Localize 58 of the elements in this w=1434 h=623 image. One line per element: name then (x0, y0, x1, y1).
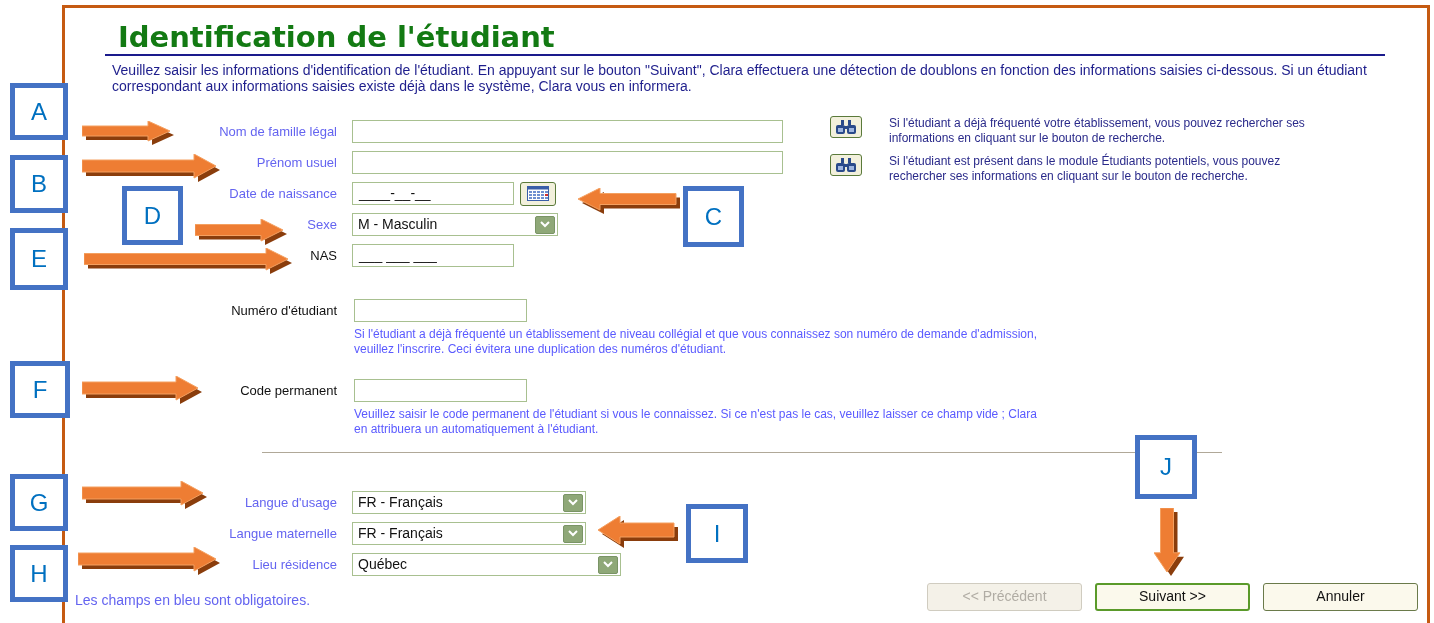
callout-label: E (10, 228, 68, 290)
field-label: Code permanent (240, 381, 337, 400)
callout-label: I (686, 504, 748, 563)
calendar-icon (527, 186, 549, 201)
search-button[interactable] (830, 154, 862, 176)
input-field[interactable]: ___ ___ ___ (352, 244, 514, 267)
dropdown-value: Québec (358, 555, 408, 574)
calendar-button[interactable] (520, 181, 556, 206)
dropdown-value: FR - Français (358, 524, 443, 543)
dropdown-field[interactable]: M - Masculin (352, 213, 558, 236)
callout-label: G (10, 474, 68, 531)
input-field[interactable] (352, 120, 783, 143)
input-field[interactable] (352, 151, 783, 174)
callout-label: F (10, 361, 70, 418)
field-label: Langue d'usage (244, 493, 337, 512)
help-text: Si l'étudiant a déjà fréquenté un établissement de niveau collégial et que vous connaissez son numéro de demande d'admission, veuillez l'inscrire. Ceci évitera une duplication des numéros d'étudiant. (354, 327, 1039, 357)
binoculars-icon (836, 158, 856, 172)
field-label: Sexe (307, 215, 337, 234)
intro-text: Veuillez saisir les informations d'identification de l'étudiant. En appuyant sur le bouton "Suivant", Clara effectuera une détection de doublons en fonction des informations saisies ci-dessous. Si un étudiant correspondant aux informations saisies existe déjà dans le système, Clara vous en informera. (112, 62, 1368, 94)
dropdown-toggle[interactable] (598, 555, 618, 574)
page-title: Identification de l'étudiant (118, 20, 556, 54)
dropdown-field[interactable]: FR - Français (352, 491, 586, 514)
dropdown-toggle[interactable] (563, 493, 583, 512)
callout-label: A (10, 83, 68, 140)
dropdown-toggle[interactable] (535, 215, 555, 234)
input-field[interactable]: ____-__-__ (352, 182, 514, 205)
search-button[interactable] (830, 116, 862, 138)
dropdown-toggle[interactable] (563, 524, 583, 543)
field-label: Langue maternelle (229, 524, 337, 543)
chevron-down-icon (568, 499, 578, 506)
dropdown-field[interactable]: FR - Français (352, 522, 586, 545)
dropdown-value: M - Masculin (358, 215, 438, 234)
callout-label: B (10, 155, 68, 213)
callout-label: J (1135, 435, 1197, 499)
chevron-down-icon (568, 530, 578, 537)
field-label: NAS (310, 246, 337, 265)
hint-text: Si l'étudiant est présent dans le module Étudiants potentiels, vous pouvez rechercher ses informations en cliquant sur le bouton de recherche. (889, 154, 1282, 184)
chevron-down-icon (540, 221, 550, 228)
field-label: Nom de famille légal (219, 122, 337, 141)
callout-label: D (122, 186, 183, 245)
callout-label: H (10, 545, 68, 602)
help-text: Veuillez saisir le code permanent de l'étudiant si vous le connaissez. Si ce n'est pas le cas, veuillez laisser ce champ vide ; Clara en attribuera un automatiquement à l'étudiant. (354, 407, 1038, 437)
input-field[interactable] (354, 379, 527, 402)
wizard-button[interactable]: Suivant >> (1095, 582, 1250, 611)
chevron-down-icon (603, 561, 613, 568)
field-label: Date de naissance (229, 184, 337, 203)
dropdown-value: FR - Français (358, 493, 443, 512)
pointer-arrow (1154, 508, 1184, 576)
wizard-button[interactable]: Annuler (1263, 582, 1418, 611)
binoculars-icon (836, 120, 856, 134)
field-label: Prénom usuel (256, 153, 337, 172)
field-label: Numéro d'étudiant (231, 301, 337, 320)
dropdown-field[interactable]: Québec (352, 553, 621, 576)
required-note: Les champs en bleu sont obligatoires. (75, 591, 311, 610)
input-field[interactable] (354, 299, 527, 322)
hint-text: Si l'étudiant a déjà fréquenté votre établissement, vous pouvez rechercher ses informations en cliquant sur le bouton de recherche. (889, 116, 1306, 146)
field-label: Lieu résidence (252, 555, 337, 574)
callout-label: C (683, 186, 744, 247)
